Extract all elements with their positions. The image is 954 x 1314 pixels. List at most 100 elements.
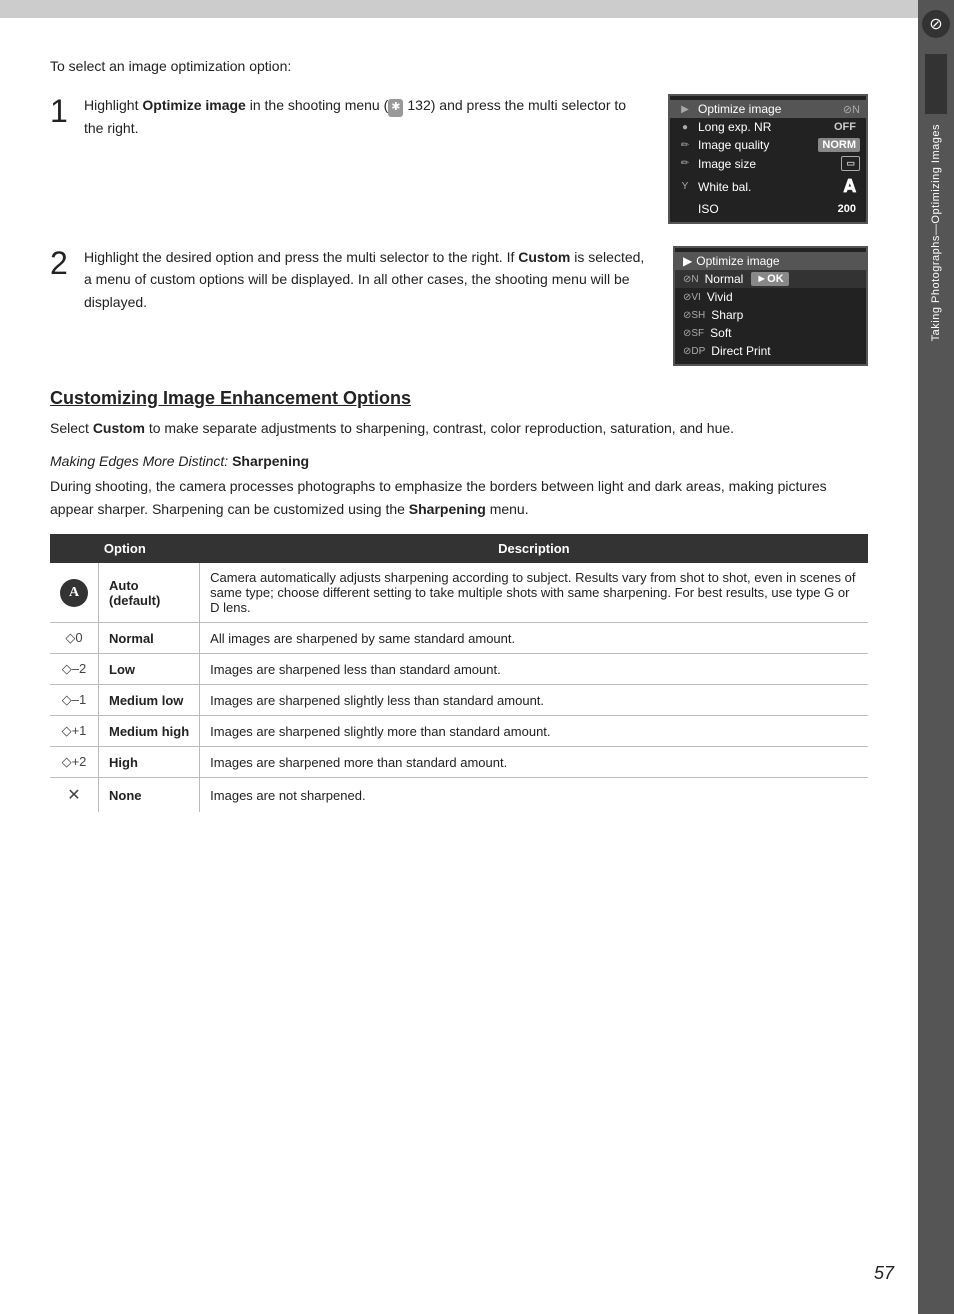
menu-row4-value: 𝐀	[839, 175, 860, 198]
menu-row5-value: 200	[834, 202, 860, 216]
section-subtext: Select Custom to make separate adjustmen…	[50, 417, 868, 439]
row-none-icon-cell: ✕	[50, 778, 99, 813]
row-high-icon-cell: ◇+2	[50, 747, 99, 778]
table-row: ◇0 Normal All images are sharpened by sa…	[50, 623, 868, 654]
main-content: To select an image optimization option: …	[0, 18, 918, 1314]
menu2-row4-icon: ⊘DP	[683, 346, 705, 357]
menu2-row3-icon: ⊘SF	[683, 328, 704, 339]
menu2-row4-label: Direct Print	[711, 344, 770, 358]
row-none-name-cell: None	[99, 778, 200, 813]
row-medlow-name-cell: Medium low	[99, 685, 200, 716]
step2-section: 2 Highlight the desired option and press…	[50, 246, 868, 366]
menu2-title-label: Optimize image	[696, 254, 779, 268]
subsection-sharpening-bold: Sharpening	[409, 501, 486, 517]
row-medhigh-icon-cell: ◇+1	[50, 716, 99, 747]
row-auto-sub: (default)	[109, 593, 160, 608]
menu-row4-icon: Υ	[676, 181, 694, 192]
subsection-heading-bold: Sharpening	[232, 453, 309, 469]
sidebar-icon: ⊘	[922, 10, 950, 38]
table-row: ✕ None Images are not sharpened.	[50, 778, 868, 813]
menu2-row1-icon: ⊘VI	[683, 292, 701, 303]
menu-row3-value: ▭	[841, 156, 860, 171]
row-normal-icon: ◇0	[65, 630, 82, 646]
row-high-name: High	[109, 755, 138, 770]
row-auto-desc: Camera automatically adjusts sharpening …	[200, 563, 868, 623]
menu-row3-label: Image size	[698, 157, 837, 171]
camera-menu1: ▶ Optimize image ⊘N ● Long exp. NR OFF ✏…	[668, 94, 868, 224]
step2-number: 2	[50, 246, 74, 281]
sidebar-text: Taking Photographs—Optimizing Images	[930, 124, 942, 341]
option-table: Option Description A Auto (default) Came…	[50, 534, 868, 812]
menu-row4-label: White bal.	[698, 180, 835, 194]
row-medhigh-desc: Images are sharpened slightly more than …	[200, 716, 868, 747]
row-normal-name: Normal	[109, 631, 154, 646]
intro-text: To select an image optimization option:	[50, 58, 868, 74]
table-row: ◇–1 Medium low Images are sharpened slig…	[50, 685, 868, 716]
row-none-icon: ✕	[67, 785, 80, 805]
section-custom-bold: Custom	[93, 420, 145, 436]
camera-menu1-row-1: ● Long exp. NR OFF	[670, 118, 866, 136]
row-low-icon: ◇–2	[62, 661, 86, 677]
row-medlow-name: Medium low	[109, 693, 183, 708]
menu-row2-icon: ✏	[676, 140, 694, 151]
row-high-name-cell: High	[99, 747, 200, 778]
menu2-row3-label: Soft	[710, 326, 731, 340]
row-medlow-desc: Images are sharpened slightly less than …	[200, 685, 868, 716]
step1-number: 1	[50, 94, 74, 129]
menu2-row1-label: Vivid	[707, 290, 733, 304]
step1-section: 1 Highlight Optimize image in the shooti…	[50, 94, 868, 224]
row-medhigh-name-cell: Medium high	[99, 716, 200, 747]
table-row: ◇+2 High Images are sharpened more than …	[50, 747, 868, 778]
step1-bold: Optimize image	[142, 97, 245, 113]
top-gray-bar	[0, 0, 918, 18]
step1-text: Highlight Optimize image in the shooting…	[84, 94, 648, 139]
subsection-body: During shooting, the camera processes ph…	[50, 475, 868, 520]
row-low-name: Low	[109, 662, 135, 677]
camera-menu1-row-0: ▶ Optimize image ⊘N	[670, 100, 866, 118]
page-number: 57	[874, 1263, 894, 1284]
table-row: ◇+1 Medium high Images are sharpened sli…	[50, 716, 868, 747]
row-medlow-icon-cell: ◇–1	[50, 685, 99, 716]
col-option-header: Option	[50, 534, 200, 563]
step1-content: Highlight Optimize image in the shooting…	[84, 94, 648, 139]
menu2-ok-badge: ►OK	[751, 272, 788, 286]
row-normal-icon-cell: ◇0	[50, 623, 99, 654]
menu2-title-icon: ▶	[683, 254, 692, 268]
camera-menu1-row-2: ✏ Image quality NORM	[670, 136, 866, 154]
row-auto-name-cell: Auto (default)	[99, 563, 200, 623]
row-normal-desc: All images are sharpened by same standar…	[200, 623, 868, 654]
row-normal-name-cell: Normal	[99, 623, 200, 654]
col-description-header: Description	[200, 534, 868, 563]
camera-menu2-row-normal: ⊘N Normal ►OK	[675, 270, 866, 288]
table-row: A Auto (default) Camera automatically ad…	[50, 563, 868, 623]
row-low-desc: Images are sharpened less than standard …	[200, 654, 868, 685]
camera-menu2-title: ▶ Optimize image	[675, 252, 866, 270]
menu2-row0-icon: ⊘N	[683, 274, 699, 285]
sidebar-icon-symbol: ⊘	[929, 14, 942, 34]
menu-row0-value: ⊘N	[843, 103, 860, 116]
menu-row2-value: NORM	[818, 138, 860, 152]
row-medhigh-name: Medium high	[109, 724, 189, 739]
sidebar-tab: ⊘ Taking Photographs—Optimizing Images	[918, 0, 954, 1314]
camera-menu2-row-vivid: ⊘VI Vivid	[675, 288, 866, 306]
menu-row1-value: OFF	[830, 120, 860, 134]
table-header-row: Option Description	[50, 534, 868, 563]
menu-row0-label: Optimize image	[698, 102, 839, 116]
table-row: ◇–2 Low Images are sharpened less than s…	[50, 654, 868, 685]
menu-row1-label: Long exp. NR	[698, 120, 826, 134]
subsection-heading: Making Edges More Distinct: Sharpening	[50, 453, 868, 469]
camera-menu2-row-direct: ⊘DP Direct Print	[675, 342, 866, 360]
row-none-name: None	[109, 788, 142, 803]
row-medhigh-icon: ◇+1	[62, 723, 87, 739]
step2-text: Highlight the desired option and press t…	[84, 246, 653, 313]
menu-row3-icon: ✏	[676, 158, 694, 169]
menu-row5-label: ISO	[698, 202, 830, 216]
row-none-desc: Images are not sharpened.	[200, 778, 868, 813]
step2-bold: Custom	[518, 249, 570, 265]
camera-menu2-row-sharp: ⊘SH Sharp	[675, 306, 866, 324]
row-medlow-icon: ◇–1	[62, 692, 86, 708]
section-heading: Customizing Image Enhancement Options	[50, 388, 868, 409]
menu-row0-icon: ▶	[676, 104, 694, 115]
row-low-name-cell: Low	[99, 654, 200, 685]
subsection-heading-italic: Making Edges More Distinct:	[50, 453, 228, 469]
